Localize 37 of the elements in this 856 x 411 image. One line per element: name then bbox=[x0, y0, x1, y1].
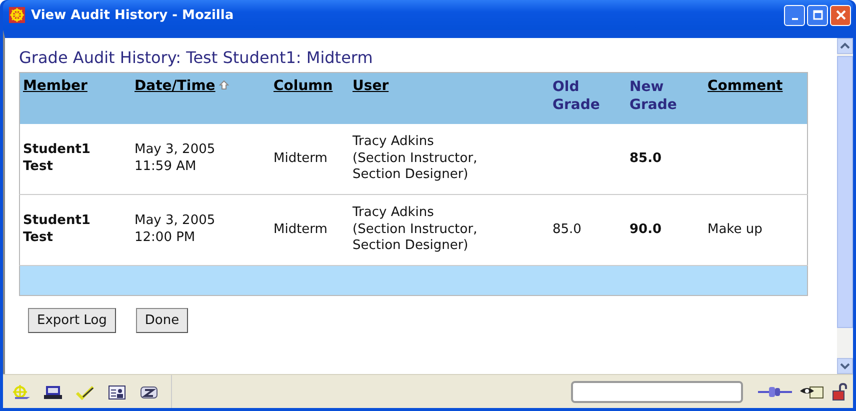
column-header[interactable]: Member bbox=[23, 78, 88, 94]
window-title: View Audit History - Mozilla bbox=[31, 8, 235, 22]
table-cell: 85.0 bbox=[630, 150, 662, 166]
close-icon bbox=[836, 10, 846, 20]
column-header[interactable]: User bbox=[352, 78, 389, 94]
action-button[interactable]: Export Log bbox=[28, 308, 116, 333]
padlock-icon bbox=[831, 382, 849, 400]
app-icon bbox=[9, 7, 25, 23]
table-cell: Make up bbox=[708, 222, 762, 237]
table-cell: 90.0 bbox=[630, 222, 662, 237]
table-cell-text: Student1 Test bbox=[23, 142, 92, 176]
table-cell: May 3, 2005 11:59 AM bbox=[134, 142, 216, 174]
table-cell-text: Student1 Test bbox=[23, 213, 92, 247]
close-button[interactable] bbox=[830, 4, 851, 26]
table-cell: Midterm bbox=[274, 150, 328, 166]
column-header: Old Grade bbox=[552, 78, 601, 114]
maximize-icon bbox=[812, 10, 822, 20]
navigator-icon[interactable] bbox=[11, 384, 31, 400]
table-cell: Midterm bbox=[274, 222, 328, 237]
column-header: New Grade bbox=[630, 78, 678, 114]
table-cell: May 3, 2005 12:00 PM bbox=[134, 213, 216, 245]
scrollbar[interactable] bbox=[837, 38, 853, 374]
sort-up-icon[interactable] bbox=[219, 80, 230, 90]
maximize-button[interactable] bbox=[807, 4, 828, 26]
address-book-icon[interactable] bbox=[107, 384, 127, 400]
action-button[interactable]: Done bbox=[136, 308, 188, 333]
column-header[interactable]: Date/Time bbox=[134, 78, 216, 94]
table-cell: Tracy Adkins (Section Instructor, Section Designer) bbox=[352, 204, 478, 254]
scroll-down-icon[interactable] bbox=[837, 358, 853, 374]
table-cell: Tracy Adkins (Section Instructor, Section Designer) bbox=[352, 134, 478, 182]
page-heading: Grade Audit History: Test Student1: Midterm bbox=[19, 48, 374, 67]
scroll-up-icon[interactable] bbox=[837, 38, 853, 54]
minimize-button[interactable] bbox=[784, 4, 805, 26]
eye-icon bbox=[799, 384, 825, 400]
scroll-thumb[interactable] bbox=[837, 56, 853, 328]
minimize-icon bbox=[792, 18, 798, 20]
table-cell: 85.0 bbox=[552, 222, 582, 237]
